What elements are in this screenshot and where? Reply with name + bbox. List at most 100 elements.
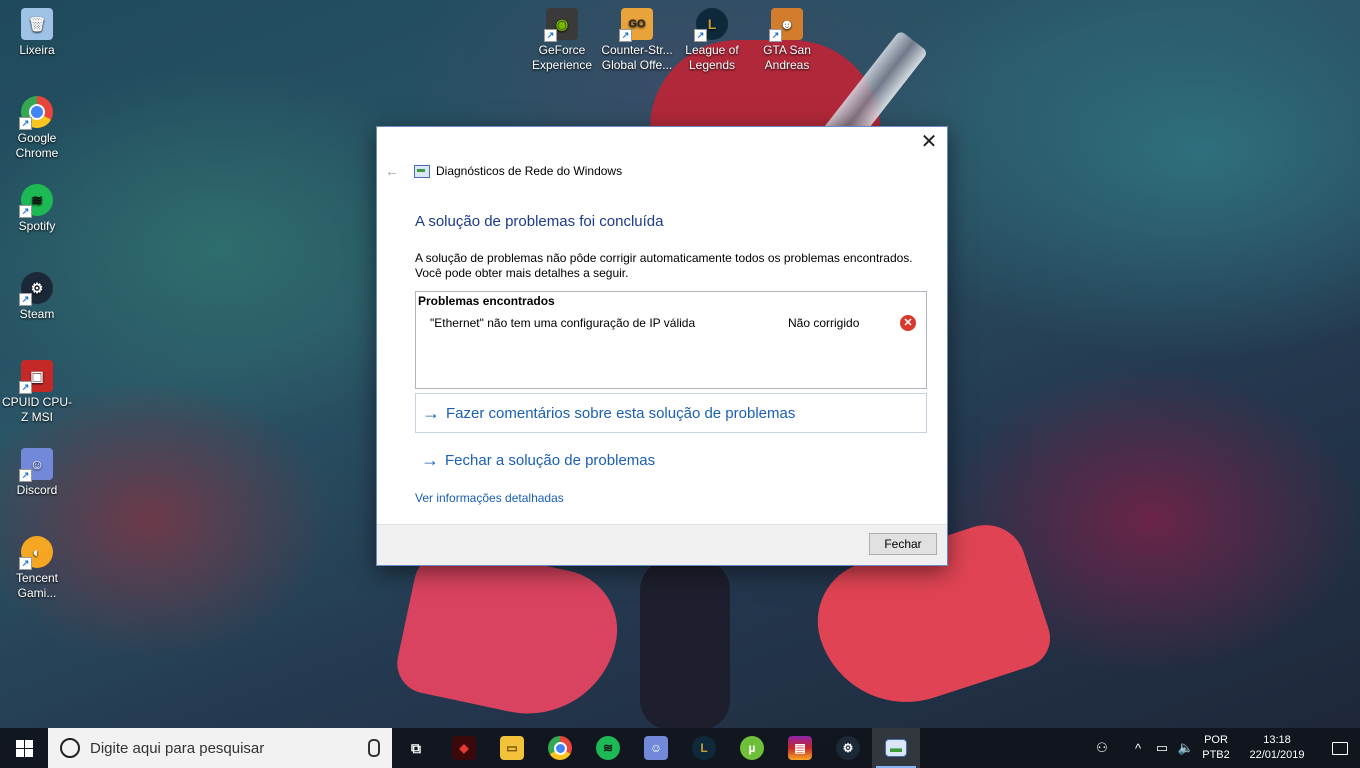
error-icon: ✕	[900, 315, 916, 331]
csgo-icon: GO ↗	[619, 8, 653, 42]
taskbar-chrome-button[interactable]	[536, 728, 584, 768]
league-icon: L	[692, 736, 716, 760]
task-view-button[interactable]: ⧉	[392, 728, 440, 768]
chrome-icon	[548, 736, 572, 760]
people-icon[interactable]: ⚇	[1090, 740, 1114, 756]
taskbar-league-button[interactable]: L	[680, 728, 728, 768]
problem-text: "Ethernet" não tem uma configuração de I…	[430, 316, 696, 330]
network-icon[interactable]: ▭	[1150, 740, 1174, 756]
problems-found-title: Problemas encontrados	[418, 294, 555, 308]
desktop-icon-cpuz[interactable]: ▣ ↗ CPUID CPU-Z MSI	[0, 360, 74, 425]
dialog-header: ← Diagnósticos de Rede do Windows	[385, 163, 622, 179]
tencent-gaming-icon: ◐ ↗	[19, 536, 53, 570]
input-language-indicator[interactable]: POR PTB2	[1198, 733, 1234, 763]
desktop-icon-label: Spotify	[18, 219, 56, 233]
taskbar-utorrent-button[interactable]: µ	[728, 728, 776, 768]
gta-sa-icon: ☻ ↗	[769, 8, 803, 42]
taskbar-msi-button[interactable]: ◆	[440, 728, 488, 768]
network-diagnostics-icon: ▬	[885, 739, 907, 757]
desktop-icon-gta-sa[interactable]: ☻ ↗ GTA San Andreas	[750, 8, 824, 73]
dialog-app-title: Diagnósticos de Rede do Windows	[436, 164, 623, 178]
volume-icon[interactable]: 🔈	[1174, 740, 1198, 756]
problem-status: Não corrigido	[788, 316, 860, 330]
clock-date: 22/01/2019	[1249, 749, 1305, 761]
microphone-icon[interactable]	[368, 739, 380, 757]
desktop-icon-label: Lixeira	[19, 43, 55, 57]
desktop-icon-label: GTA San Andreas	[763, 43, 811, 72]
cpuz-icon: ▣ ↗	[19, 360, 53, 394]
msi-dragon-icon: ◆	[452, 736, 476, 760]
wallpaper-figure	[640, 560, 730, 730]
feedback-command-link[interactable]: → Fazer comentários sobre esta solução d…	[415, 393, 927, 433]
desktop-icon-label: Tencent Gami...	[15, 571, 59, 600]
recycle-bin-icon: 🗑	[21, 8, 53, 40]
desktop-icon-label: League of Legends	[685, 43, 739, 72]
league-icon: L ↗	[694, 8, 728, 42]
network-diagnostics-dialog: ✕ ← Diagnósticos de Rede do Windows A so…	[376, 126, 948, 566]
arrow-right-icon: →	[422, 402, 440, 423]
dialog-description: A solução de problemas não pôde corrigir…	[415, 251, 925, 281]
taskbar-search-box[interactable]: Digite aqui para pesquisar	[48, 728, 392, 768]
desktop-icon-recycle-bin[interactable]: 🗑 Lixeira	[0, 8, 74, 58]
desktop-icon-tencent[interactable]: ◐ ↗ Tencent Gami...	[0, 536, 74, 601]
desktop-icon-label: Google Chrome	[15, 131, 59, 160]
wallpaper-shoe-left	[391, 539, 629, 731]
discord-icon: ☺	[644, 736, 668, 760]
action-center-button[interactable]	[1320, 728, 1360, 768]
view-details-link[interactable]: Ver informações detalhadas	[415, 491, 564, 505]
taskbar-winrar-button[interactable]: ▤	[776, 728, 824, 768]
taskbar-file-explorer-button[interactable]: ▭	[488, 728, 536, 768]
problems-found-panel: Problemas encontrados "Ethernet" não tem…	[415, 291, 927, 389]
desktop-icon-league[interactable]: L ↗ League of Legends	[675, 8, 749, 73]
desktop-icon-label: Steam	[19, 307, 55, 321]
utorrent-icon: µ	[740, 736, 764, 760]
notification-icon	[1332, 741, 1348, 755]
task-view-icon: ⧉	[411, 739, 421, 756]
clock-time: 13:18	[1263, 734, 1291, 746]
keyboard-layout: PTB2	[1202, 749, 1230, 761]
desktop-icon-label: Counter-Str... Global Offe...	[601, 43, 673, 72]
spotify-icon: ≋	[596, 736, 620, 760]
steam-icon: ⚙ ↗	[19, 272, 53, 306]
winrar-icon: ▤	[788, 736, 812, 760]
search-placeholder: Digite aqui para pesquisar	[90, 739, 265, 757]
dialog-heading: A solução de problemas foi concluída	[415, 213, 664, 230]
back-arrow-icon[interactable]: ←	[385, 163, 401, 179]
start-button[interactable]	[0, 728, 48, 768]
system-tray: ⚇ ^ ▭ 🔈 POR PTB2 13:18 22/01/2019	[1090, 728, 1360, 768]
close-troubleshooter-label: Fechar a solução de problemas	[445, 451, 656, 469]
desktop-icon-geforce[interactable]: ◉ ↗ GeForce Experience	[525, 8, 599, 73]
desktop-icon-csgo[interactable]: GO ↗ Counter-Str... Global Offe...	[600, 8, 674, 73]
desktop-icon-label: GeForce Experience	[531, 43, 593, 72]
description-line: A solução de problemas não pôde corrigir…	[415, 251, 913, 265]
taskbar-discord-button[interactable]: ☺	[632, 728, 680, 768]
close-button[interactable]: Fechar	[869, 533, 937, 555]
taskbar-spotify-button[interactable]: ≋	[584, 728, 632, 768]
taskbar-steam-button[interactable]: ⚙	[824, 728, 872, 768]
chevron-up-icon[interactable]: ^	[1126, 741, 1150, 756]
steam-icon: ⚙	[836, 736, 860, 760]
clock[interactable]: 13:18 22/01/2019	[1234, 733, 1320, 763]
windows-logo-icon	[15, 739, 33, 757]
desktop-icon-label: Discord	[16, 483, 58, 497]
file-explorer-icon: ▭	[500, 736, 524, 760]
network-diagnostics-icon	[414, 164, 430, 178]
discord-icon: ☺ ↗	[19, 448, 53, 482]
cortana-icon	[60, 738, 80, 758]
desktop-icon-chrome[interactable]: ↗ Google Chrome	[0, 96, 74, 161]
arrow-right-icon: →	[421, 449, 439, 470]
close-icon[interactable]: ✕	[917, 131, 941, 153]
language-code: POR	[1204, 734, 1228, 746]
problem-row: "Ethernet" não tem uma configuração de I…	[430, 315, 920, 334]
close-troubleshooter-command-link[interactable]: → Fechar a solução de problemas	[415, 441, 925, 479]
feedback-command-label: Fazer comentários sobre esta solução de …	[446, 404, 796, 422]
desktop-icon-spotify[interactable]: ≋ ↗ Spotify	[0, 184, 74, 234]
taskbar: Digite aqui para pesquisar ⧉ ◆ ▭ ≋ ☺ L µ…	[0, 728, 1360, 768]
geforce-icon: ◉ ↗	[544, 8, 578, 42]
desktop-icon-steam[interactable]: ⚙ ↗ Steam	[0, 272, 74, 322]
desktop-icon-label: CPUID CPU-Z MSI	[1, 395, 72, 424]
taskbar-network-diagnostics-button[interactable]: ▬	[872, 728, 920, 768]
chrome-icon: ↗	[19, 96, 53, 130]
spotify-icon: ≋ ↗	[19, 184, 53, 218]
desktop-icon-discord[interactable]: ☺ ↗ Discord	[0, 448, 74, 498]
